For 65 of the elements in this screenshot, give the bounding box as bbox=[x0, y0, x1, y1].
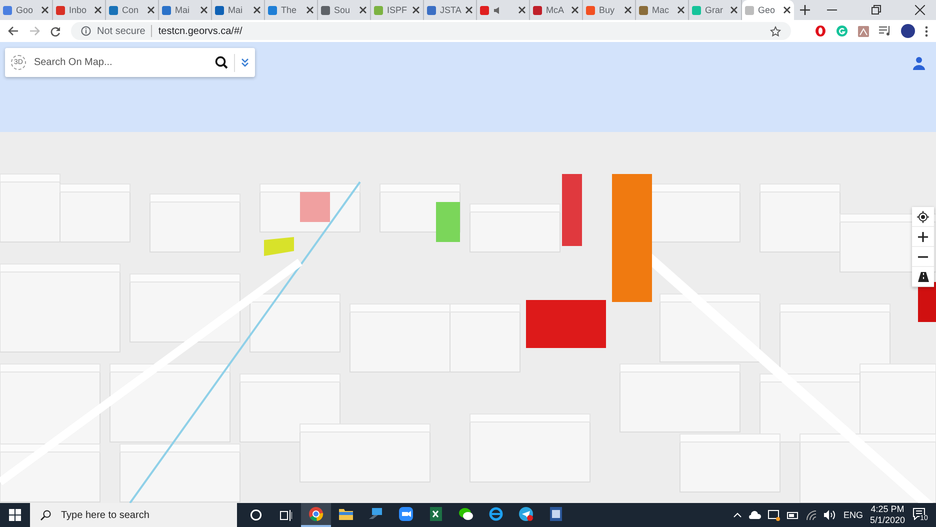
double-chevron-icon[interactable] bbox=[241, 58, 249, 67]
star-icon[interactable] bbox=[770, 26, 781, 36]
tab-title: Geo bbox=[758, 5, 776, 15]
cloud-icon[interactable] bbox=[749, 511, 762, 519]
close-tab-icon[interactable] bbox=[412, 6, 420, 14]
close-tab-icon[interactable] bbox=[200, 6, 208, 14]
tab-title: Grar bbox=[705, 5, 724, 15]
speaker-icon[interactable] bbox=[824, 510, 836, 520]
battery-icon[interactable] bbox=[787, 512, 800, 518]
close-tab-icon[interactable] bbox=[677, 6, 685, 14]
address-bar[interactable]: Not secure testcn.georvs.ca/#/ bbox=[71, 22, 791, 40]
speaker-icon bbox=[493, 6, 502, 14]
back-icon[interactable] bbox=[8, 26, 19, 36]
wifi-icon[interactable] bbox=[806, 510, 818, 520]
cortana-icon[interactable] bbox=[250, 509, 262, 521]
media-list-icon[interactable] bbox=[879, 26, 891, 36]
taskbar-search-bar[interactable]: Type here to search bbox=[30, 503, 237, 527]
windows-start-icon[interactable] bbox=[9, 509, 21, 521]
security-label: Not secure bbox=[97, 26, 146, 36]
close-tab-icon[interactable] bbox=[783, 6, 791, 14]
avatar-icon[interactable] bbox=[901, 24, 915, 38]
close-tab-icon[interactable] bbox=[94, 6, 102, 14]
clock-date: 5/1/2020 bbox=[870, 515, 905, 526]
clock[interactable]: 4:25 PM 5/1/2020 bbox=[870, 504, 905, 526]
close-tab-icon[interactable] bbox=[253, 6, 261, 14]
tab-title: Mai bbox=[228, 5, 244, 15]
tab-title: Con bbox=[122, 5, 140, 15]
tab-title: Mac bbox=[652, 5, 670, 15]
close-tab-icon[interactable] bbox=[571, 6, 579, 14]
search-field[interactable]: Search On Map... bbox=[32, 56, 209, 69]
reload-icon[interactable] bbox=[50, 26, 61, 36]
task-view-icon[interactable] bbox=[280, 510, 292, 520]
tab-title: Goo bbox=[16, 5, 34, 15]
close-tab-icon[interactable] bbox=[465, 6, 474, 14]
close-tab-icon[interactable] bbox=[306, 6, 314, 14]
tab-title: Inbo bbox=[69, 5, 88, 15]
tab-title: ISPF bbox=[387, 5, 408, 15]
search-icon[interactable] bbox=[215, 56, 228, 69]
taskbar-app-icon[interactable] bbox=[301, 503, 331, 527]
info-icon bbox=[81, 26, 91, 36]
browser-tab[interactable]: Geo bbox=[742, 0, 794, 20]
zoom-in-icon[interactable] bbox=[918, 232, 928, 242]
close-tab-icon[interactable] bbox=[730, 6, 738, 14]
search-icon bbox=[40, 510, 51, 520]
clock-time: 4:25 PM bbox=[870, 504, 904, 515]
language-indicator[interactable]: ENG bbox=[843, 510, 863, 520]
menu-icon[interactable] bbox=[925, 26, 928, 36]
url-text: testcn.georvs.ca/#/ bbox=[158, 26, 242, 36]
close-tab-icon[interactable] bbox=[147, 6, 155, 14]
close-tab-icon[interactable] bbox=[359, 6, 367, 14]
tab-title: McA bbox=[546, 5, 565, 15]
caret-up-icon[interactable] bbox=[733, 512, 742, 518]
taskbar-search-field[interactable]: Type here to search bbox=[59, 508, 227, 522]
tab-title: Buy bbox=[599, 5, 616, 15]
monitor-icon[interactable] bbox=[768, 510, 780, 520]
locate-icon[interactable] bbox=[917, 210, 929, 222]
close-tab-icon[interactable] bbox=[624, 6, 632, 14]
tab-title: Mai bbox=[175, 5, 191, 15]
tab-title: JSTA bbox=[440, 5, 462, 15]
tab-title: The bbox=[281, 5, 298, 15]
road-icon[interactable] bbox=[918, 272, 928, 282]
close-tab-icon[interactable] bbox=[41, 6, 49, 14]
tab-title: Sou bbox=[334, 5, 352, 15]
user-icon[interactable] bbox=[912, 56, 926, 70]
close-tab-icon[interactable] bbox=[518, 6, 526, 14]
